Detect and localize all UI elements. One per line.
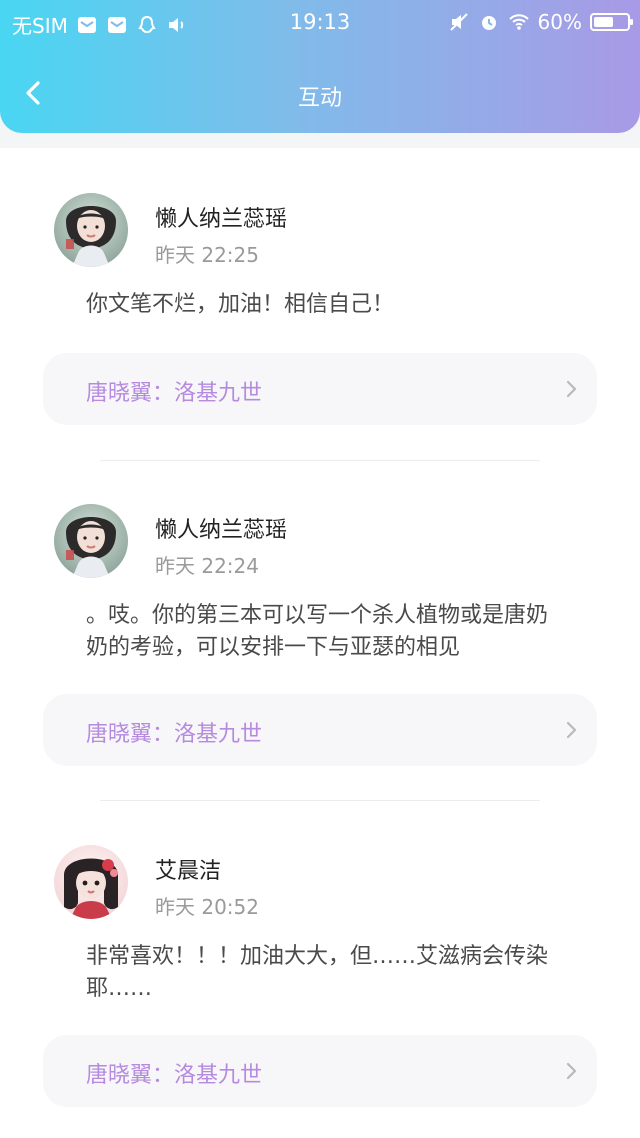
avatar[interactable]: [54, 504, 128, 578]
divider: [100, 800, 540, 801]
comment-card: 艾晨洁 昨天 20:52 非常喜欢！！！加油大大，但……艾滋病会传染耶…… 唐晓…: [0, 845, 640, 1138]
chevron-right-icon: [566, 380, 577, 398]
reply-text: 唐晓翼：洛基九世: [86, 381, 263, 406]
username[interactable]: 懒人纳兰蕊瑶: [155, 201, 287, 233]
reply-row[interactable]: 唐晓翼：洛基九世: [43, 694, 597, 766]
reply-text: 唐晓翼：洛基九世: [86, 1063, 263, 1088]
username[interactable]: 艾晨洁: [155, 853, 221, 885]
chevron-right-icon: [566, 1062, 577, 1080]
mute-icon: [448, 11, 470, 33]
divider: [100, 460, 540, 461]
wifi-icon: [508, 11, 530, 33]
chevron-right-icon: [566, 721, 577, 739]
status-bar: 无SIM 19:13 60%: [0, 0, 640, 44]
comment-time: 昨天 22:24: [155, 554, 259, 578]
header: 无SIM 19:13 60% 互动: [0, 0, 640, 133]
avatar[interactable]: [54, 193, 128, 267]
nav-bar: 互动: [0, 60, 640, 130]
comment-text: 你文笔不烂，加油！相信自己！: [86, 292, 395, 317]
status-right: 60%: [448, 10, 633, 34]
avatar[interactable]: [54, 845, 128, 919]
reply-row[interactable]: 唐晓翼：洛基九世: [43, 1035, 597, 1107]
comment-card: 懒人纳兰蕊瑶 昨天 22:24 。吱。你的第三本可以写一个杀人植物或是唐奶奶的考…: [0, 504, 640, 804]
alarm-icon: [478, 11, 500, 33]
comment-text: 非常喜欢！！！加油大大，但……艾滋病会传染耶……: [86, 944, 549, 1001]
comment-time: 昨天 20:52: [155, 895, 259, 919]
battery-percent: 60%: [537, 10, 582, 34]
page-title: 互动: [297, 86, 342, 111]
comment-text: 。吱。你的第三本可以写一个杀人植物或是唐奶奶的考验，可以安排一下与亚瑟的相见: [86, 603, 549, 660]
reply-row[interactable]: 唐晓翼：洛基九世: [43, 353, 597, 425]
comment-list[interactable]: 懒人纳兰蕊瑶 昨天 22:25 你文笔不烂，加油！相信自己！ 唐晓翼：洛基九世: [0, 148, 640, 1138]
comment-card: 懒人纳兰蕊瑶 昨天 22:25 你文笔不烂，加油！相信自己！ 唐晓翼：洛基九世: [0, 193, 640, 463]
comment-time: 昨天 22:25: [155, 243, 259, 267]
battery-fill: [594, 17, 614, 27]
reply-text: 唐晓翼：洛基九世: [86, 722, 263, 747]
battery-icon: [590, 13, 633, 31]
username[interactable]: 懒人纳兰蕊瑶: [155, 512, 287, 544]
app-screen: 无SIM 19:13 60% 互动 懒人纳兰蕊瑶 昨天 22:25 你文笔不烂，…: [0, 0, 640, 1138]
